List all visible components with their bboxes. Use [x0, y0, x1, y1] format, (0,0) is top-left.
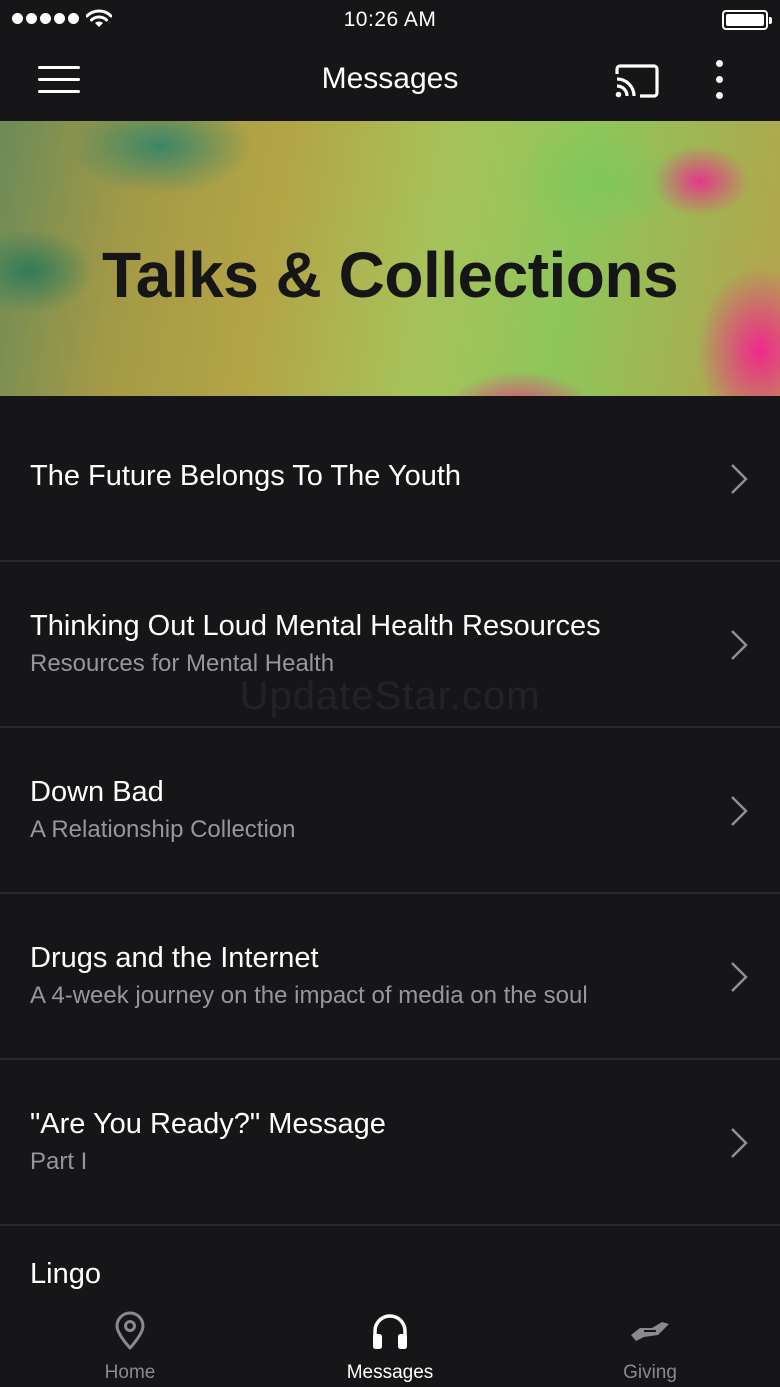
list-item-title: The Future Belongs To The Youth [30, 460, 462, 492]
tab-home[interactable]: Home [30, 1297, 230, 1387]
app-bar: Messages [0, 40, 780, 121]
list-item-title: Drugs and the Internet [30, 942, 319, 974]
status-bar: 10:26 AM [0, 0, 780, 40]
battery-icon [722, 10, 772, 30]
more-options-button[interactable] [704, 56, 736, 104]
list-item[interactable]: Drugs and the Internet A 4-week journey … [0, 894, 780, 1060]
map-pin-icon [115, 1311, 145, 1350]
banner-title: Talks & Collections [101, 239, 679, 311]
chevron-right-icon [731, 630, 748, 660]
tab-messages[interactable]: Messages [290, 1297, 490, 1387]
list-item-subtitle: A Relationship Collection [30, 816, 296, 843]
chevron-right-icon [731, 464, 748, 494]
chevron-right-icon [731, 1128, 748, 1158]
chevron-right-icon [731, 962, 748, 992]
list-item-title: Thinking Out Loud Mental Health Resource… [30, 610, 601, 642]
more-vertical-icon [716, 60, 723, 67]
page-title: Messages [321, 62, 459, 95]
collection-list: The Future Belongs To The Youth Thinking… [0, 396, 780, 1346]
cast-icon[interactable] [612, 58, 662, 102]
chevron-right-icon [731, 796, 748, 826]
list-item[interactable]: Thinking Out Loud Mental Health Resource… [0, 562, 780, 728]
tab-label: Home [104, 1362, 156, 1383]
list-item-subtitle: Part I [30, 1148, 88, 1175]
tab-label: Messages [346, 1362, 434, 1383]
list-item-title: "Are You Ready?" Message [30, 1108, 386, 1140]
list-item-title: Down Bad [30, 776, 164, 808]
list-item-subtitle: A 4-week journey on the impact of media … [30, 982, 588, 1009]
collection-banner: Talks & Collections [0, 121, 780, 396]
tab-label: Giving [623, 1362, 677, 1383]
list-item[interactable]: "Are You Ready?" Message Part I [0, 1060, 780, 1226]
list-item-title: Lingo [30, 1258, 101, 1290]
list-item[interactable]: Down Bad A Relationship Collection [0, 728, 780, 894]
list-item-subtitle: Resources for Mental Health [30, 650, 335, 677]
list-item[interactable]: The Future Belongs To The Youth [0, 396, 780, 562]
bottom-tab-bar: Home Messages Giving [0, 1297, 780, 1387]
tab-giving[interactable]: Giving [550, 1297, 750, 1387]
headphones-icon [373, 1314, 407, 1349]
giving-hand-icon [631, 1322, 669, 1341]
status-time: 10:26 AM [343, 8, 437, 31]
